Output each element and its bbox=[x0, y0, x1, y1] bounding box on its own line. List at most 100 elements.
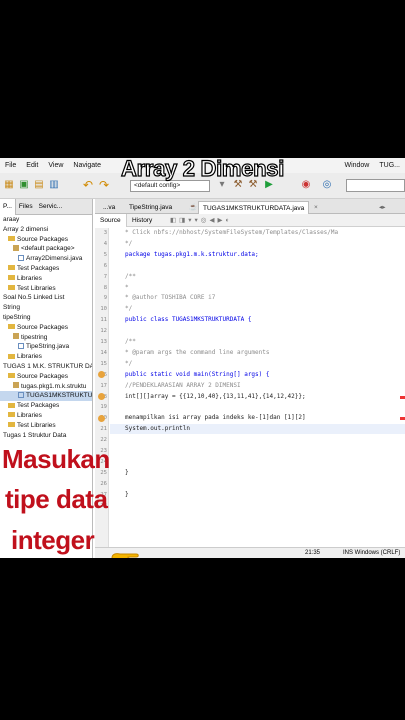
tree-item[interactable]: Test Packages bbox=[0, 264, 92, 274]
folder-icon bbox=[8, 412, 15, 418]
line-number: 11 bbox=[100, 317, 107, 324]
editor-tabs: ...va TipeString.java ☕ TUGAS1MKSTRUKTUR… bbox=[95, 199, 405, 214]
source-tab[interactable]: Source bbox=[95, 214, 127, 227]
project-panel-tabs: P... Files Servic... bbox=[0, 199, 92, 215]
folder-icon bbox=[8, 402, 15, 408]
tree-item-label: Source Packages bbox=[17, 323, 68, 331]
tree-item[interactable]: Test Libraries bbox=[0, 421, 92, 431]
tree-item[interactable]: Libraries bbox=[0, 274, 92, 284]
code-line[interactable]: * Click nbfs://nbhost/SystemFileSystem/T… bbox=[125, 228, 338, 238]
tree-item-label: Tugas 1 Struktur Data bbox=[3, 431, 67, 439]
folder-icon bbox=[8, 275, 15, 281]
code-line[interactable]: * @param args the command line arguments bbox=[125, 348, 270, 358]
error-stripe-mark[interactable] bbox=[400, 417, 405, 421]
code-line[interactable]: * bbox=[125, 283, 129, 293]
code-line[interactable]: } bbox=[125, 468, 129, 478]
line-number: 4 bbox=[103, 240, 107, 247]
tree-item[interactable]: TipeString.java bbox=[0, 342, 92, 352]
pointing-hand-icon bbox=[111, 553, 139, 558]
tree-item[interactable]: TUGAS 1 M.K. STRUKTUR DATA bbox=[0, 362, 92, 372]
java-file-icon bbox=[18, 391, 24, 398]
code-line[interactable]: public static void main(String[] args) { bbox=[125, 370, 270, 380]
status-mode: INS Windows (CRLF) bbox=[343, 550, 401, 556]
tree-item[interactable]: Libraries bbox=[0, 411, 92, 421]
code-line[interactable]: int[][]array = {{12,10,40},{13,11,41},{1… bbox=[125, 392, 306, 402]
tree-item[interactable]: Libraries bbox=[0, 352, 92, 362]
tree-item[interactable]: tipeString bbox=[0, 313, 92, 323]
editor-tab-tugas1[interactable]: TUGAS1MKSTRUKTURDATA.java bbox=[198, 201, 310, 214]
error-stripe-mark[interactable] bbox=[400, 395, 405, 399]
line-number: 21 bbox=[100, 426, 107, 433]
tree-item[interactable]: araay bbox=[0, 215, 92, 225]
code-line[interactable]: //PENDEKLARASIAN ARRAY 2 DIMENSI bbox=[125, 381, 241, 391]
folder-icon bbox=[8, 353, 15, 359]
tab-services[interactable]: Servic... bbox=[36, 203, 65, 210]
tree-item[interactable]: Tugas 1 Struktur Data bbox=[0, 431, 92, 441]
tree-item[interactable]: Source Packages bbox=[0, 235, 92, 245]
tree-item[interactable]: tipestring bbox=[0, 333, 92, 343]
source-toolbar: Source History ◧◨▾▾◎◀▶◐ bbox=[95, 214, 405, 227]
hint-icon[interactable] bbox=[98, 393, 105, 400]
tree-item[interactable]: Array2Dimensi.java bbox=[0, 254, 92, 264]
java-file-icon bbox=[18, 254, 24, 261]
code-line[interactable]: * @author TOSHIBA CORE i7 bbox=[125, 293, 215, 303]
tree-item-label: Source Packages bbox=[17, 235, 68, 243]
code-line[interactable]: */ bbox=[125, 239, 132, 249]
folder-icon bbox=[8, 373, 15, 379]
folder-icon bbox=[8, 265, 15, 271]
folder-icon bbox=[8, 324, 15, 330]
line-number: 10 bbox=[100, 306, 107, 313]
code-line[interactable]: package tugas.pkg1.m.k.struktur.data; bbox=[125, 250, 259, 260]
caption-line-3: integer bbox=[11, 525, 95, 555]
code-line[interactable]: System.out.println bbox=[125, 424, 190, 434]
tree-item-label: Soal No.5 Linked List bbox=[3, 294, 65, 302]
code-line[interactable]: */ bbox=[125, 304, 132, 314]
video-title: Array 2 Dimensi bbox=[120, 155, 285, 181]
tree-item-label: Libraries bbox=[17, 353, 42, 361]
tab-projects[interactable]: P... bbox=[0, 199, 16, 215]
tree-item[interactable]: String bbox=[0, 303, 92, 313]
tree-item-label: Test Packages bbox=[17, 402, 60, 410]
tree-item[interactable]: TUGAS1MKSTRUKTUR bbox=[0, 391, 92, 402]
code-line[interactable]: /** bbox=[125, 272, 136, 282]
close-tab-icon[interactable]: × bbox=[310, 201, 322, 214]
line-number: 19 bbox=[100, 404, 107, 411]
error-icon[interactable] bbox=[98, 414, 105, 422]
tree-item[interactable]: Test Libraries bbox=[0, 284, 92, 294]
code-line[interactable]: public class TUGAS1MKSTRUKTURDATA { bbox=[125, 315, 251, 325]
tree-item[interactable]: Soal No.5 Linked List bbox=[0, 293, 92, 303]
tree-item[interactable]: Array 2 dimensi bbox=[0, 225, 92, 235]
code-line[interactable]: } bbox=[125, 490, 129, 500]
tab-nav-icon[interactable]: ◂▸ bbox=[375, 201, 390, 214]
tree-item-label: Test Libraries bbox=[17, 421, 56, 429]
folder-icon bbox=[8, 422, 15, 428]
java-file-icon bbox=[18, 342, 24, 349]
tree-item-label: Array2Dimensi.java bbox=[26, 255, 83, 263]
editor-tab-tipestring[interactable]: TipeString.java bbox=[125, 201, 176, 214]
line-number: 13 bbox=[100, 339, 107, 345]
editor-tools-icon[interactable]: ◧◨▾▾◎◀▶◐ bbox=[165, 214, 237, 227]
editor-tab-other[interactable]: ...va bbox=[99, 201, 119, 214]
code-line[interactable]: */ bbox=[125, 359, 132, 369]
tree-item-label: TipeString.java bbox=[26, 343, 70, 351]
tree-item[interactable]: <default package> bbox=[0, 244, 92, 254]
tree-item[interactable]: tugas.pkg1.m.k.struktu bbox=[0, 382, 92, 392]
project-tree: araay Array 2 dimensi Source Packages <defa… bbox=[0, 215, 92, 440]
code-editor: ...va TipeString.java ☕ TUGAS1MKSTRUKTUR… bbox=[95, 199, 405, 558]
line-number: 7 bbox=[103, 273, 107, 280]
code-line[interactable]: /** bbox=[125, 337, 136, 347]
tree-item-label: Libraries bbox=[17, 274, 42, 282]
folder-icon bbox=[8, 236, 15, 242]
tree-item-label: tipeString bbox=[3, 313, 31, 321]
tree-item[interactable]: Test Packages bbox=[0, 401, 92, 411]
code-line[interactable]: menampilkan isi array pada indeks ke-[1]… bbox=[125, 413, 306, 423]
line-number: 8 bbox=[103, 284, 107, 291]
history-tab[interactable]: History bbox=[127, 214, 157, 227]
tree-item-label: tugas.pkg1.m.k.struktu bbox=[21, 382, 87, 390]
line-number: 17 bbox=[100, 382, 107, 389]
tree-item[interactable]: Source Packages bbox=[0, 323, 92, 333]
tab-files[interactable]: Files bbox=[16, 203, 36, 210]
tree-item[interactable]: Source Packages bbox=[0, 372, 92, 382]
caption-line-2: tipe data bbox=[5, 484, 108, 514]
code-area[interactable]: 3456789101112131415161718192021222324252… bbox=[95, 228, 405, 547]
